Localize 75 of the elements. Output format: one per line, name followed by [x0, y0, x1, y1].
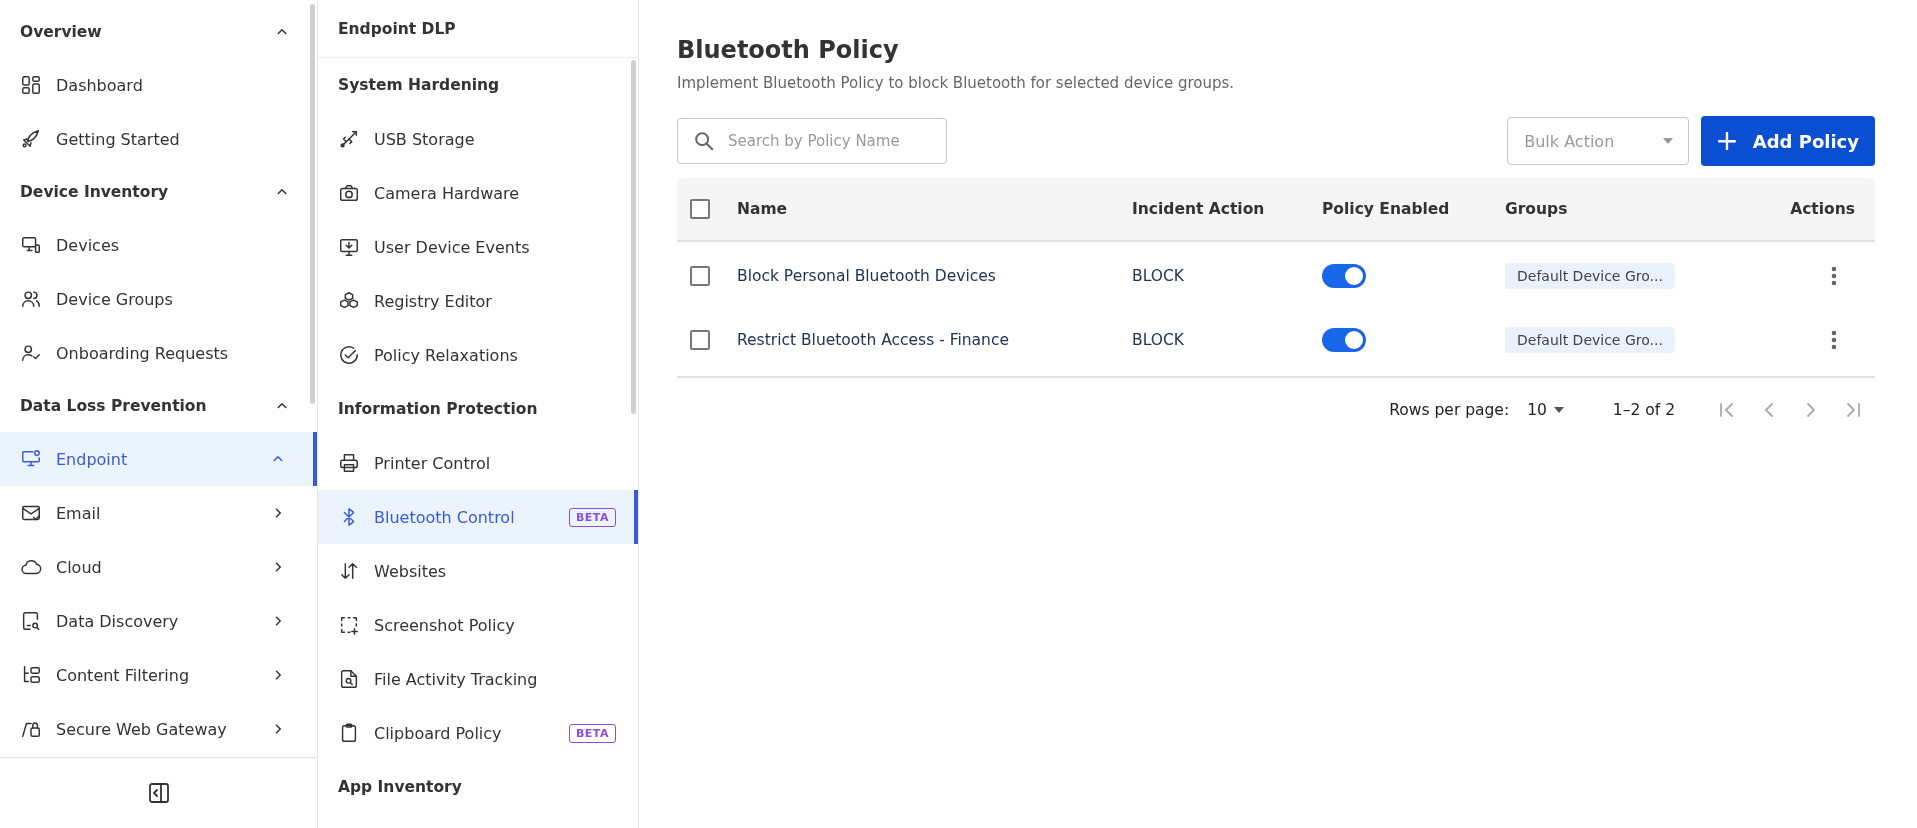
column-header: Policy Enabled — [1322, 200, 1451, 218]
table-cell-text: Restrict Bluetooth Access - Finance — [737, 331, 1010, 349]
section-header: Device Inventory — [20, 183, 169, 201]
checkbox[interactable] — [690, 266, 710, 286]
camera-icon — [338, 182, 360, 204]
printer-icon — [338, 452, 360, 474]
sidebar-item[interactable]: Email — [0, 486, 317, 540]
arrows-icon — [338, 560, 360, 582]
usb-icon — [338, 128, 360, 150]
sidebar-item[interactable]: Dashboard — [0, 58, 317, 112]
user-check-icon — [20, 342, 42, 364]
scrollbar[interactable] — [631, 60, 636, 414]
toggle-switch[interactable] — [1322, 328, 1366, 352]
subnav-item[interactable]: Printer Control — [318, 436, 638, 490]
panel-title: Endpoint DLP — [318, 0, 638, 58]
sidebar-item[interactable]: Data Discovery — [0, 594, 317, 648]
sidebar-item[interactable]: Getting Started — [0, 112, 317, 166]
more-icon[interactable] — [1831, 330, 1837, 350]
subnav-item[interactable]: Bluetooth Control BETA — [318, 490, 638, 544]
column-header: Name — [737, 200, 789, 218]
section-header: System Hardening — [338, 76, 500, 94]
table-cell-text: BLOCK — [1132, 267, 1185, 285]
column-header: Actions — [1790, 200, 1855, 218]
search-icon — [693, 130, 715, 152]
table-cell-text: BLOCK — [1132, 331, 1185, 349]
sidebar-item[interactable]: Devices — [0, 218, 317, 272]
sidebar-item[interactable]: Cloud — [0, 540, 317, 594]
subnav-item[interactable]: Screenshot Policy — [318, 598, 638, 652]
file-search-icon — [338, 668, 360, 690]
subnav-item[interactable]: Websites — [318, 544, 638, 598]
scrollbar[interactable] — [310, 4, 315, 404]
section-header: Data Loss Prevention — [20, 397, 207, 415]
grid-icon — [20, 74, 42, 96]
page-title: Bluetooth Policy — [677, 36, 900, 64]
section-header: Overview — [20, 23, 102, 41]
search-field[interactable]: Search by Policy Name — [677, 118, 947, 164]
toggle-switch[interactable] — [1322, 264, 1366, 288]
users-icon — [20, 288, 42, 310]
sidebar-item[interactable]: Onboarding Requests — [0, 326, 317, 380]
document-search-icon — [20, 610, 42, 632]
subnav-item[interactable]: Registry Editor — [318, 274, 638, 328]
monitor-download-icon — [338, 236, 360, 258]
section-header: Information Protection — [338, 400, 538, 418]
sidebar-item[interactable]: Content Filtering — [0, 648, 317, 702]
subnav-item[interactable]: Camera Hardware — [318, 166, 638, 220]
column-header: Incident Action — [1132, 200, 1266, 218]
subnav-item[interactable]: Clipboard Policy BETA — [318, 706, 638, 760]
sidebar-item[interactable]: Secure Web Gateway — [0, 702, 317, 756]
beta-badge: BETA — [568, 507, 616, 527]
subnav-item[interactable]: Policy Relaxations — [318, 328, 638, 382]
group-tag: Default Device Gro... — [1505, 327, 1675, 353]
check-circle-icon — [338, 344, 360, 366]
beta-badge: BETA — [568, 723, 616, 743]
group-tag: Default Device Gro... — [1505, 263, 1675, 289]
rocket-icon — [20, 128, 42, 150]
subnav-item[interactable]: User Device Events — [318, 220, 638, 274]
checkbox[interactable] — [690, 330, 710, 350]
collapse-sidebar-icon[interactable] — [146, 781, 171, 805]
subnav-item[interactable]: USB Storage — [318, 112, 638, 166]
rows-per-page-select[interactable]: 10 — [1527, 401, 1565, 419]
dropdown-arrow-icon — [1662, 137, 1675, 145]
sidebar-item[interactable]: Endpoint — [0, 432, 317, 486]
table-cell-text: Block Personal Bluetooth Devices — [737, 267, 997, 285]
add-policy-button[interactable]: + Add Policy — [1701, 116, 1875, 166]
section-header: App Inventory — [338, 778, 462, 796]
subnav-item[interactable]: File Activity Tracking — [318, 652, 638, 706]
monitor-icon — [20, 234, 42, 256]
more-icon[interactable] — [1831, 266, 1837, 286]
page-subtitle: Implement Bluetooth Policy to block Bluetooth for selected device groups. — [677, 74, 1236, 92]
checkbox[interactable] — [690, 199, 710, 219]
dropdown-arrow-icon — [1552, 406, 1565, 414]
rows-per-page-label: Rows per page: — [1389, 401, 1510, 419]
column-header: Groups — [1505, 200, 1569, 218]
page-range: 1–2 of 2 — [1612, 401, 1675, 419]
sidebar-item[interactable]: Device Groups — [0, 272, 317, 326]
